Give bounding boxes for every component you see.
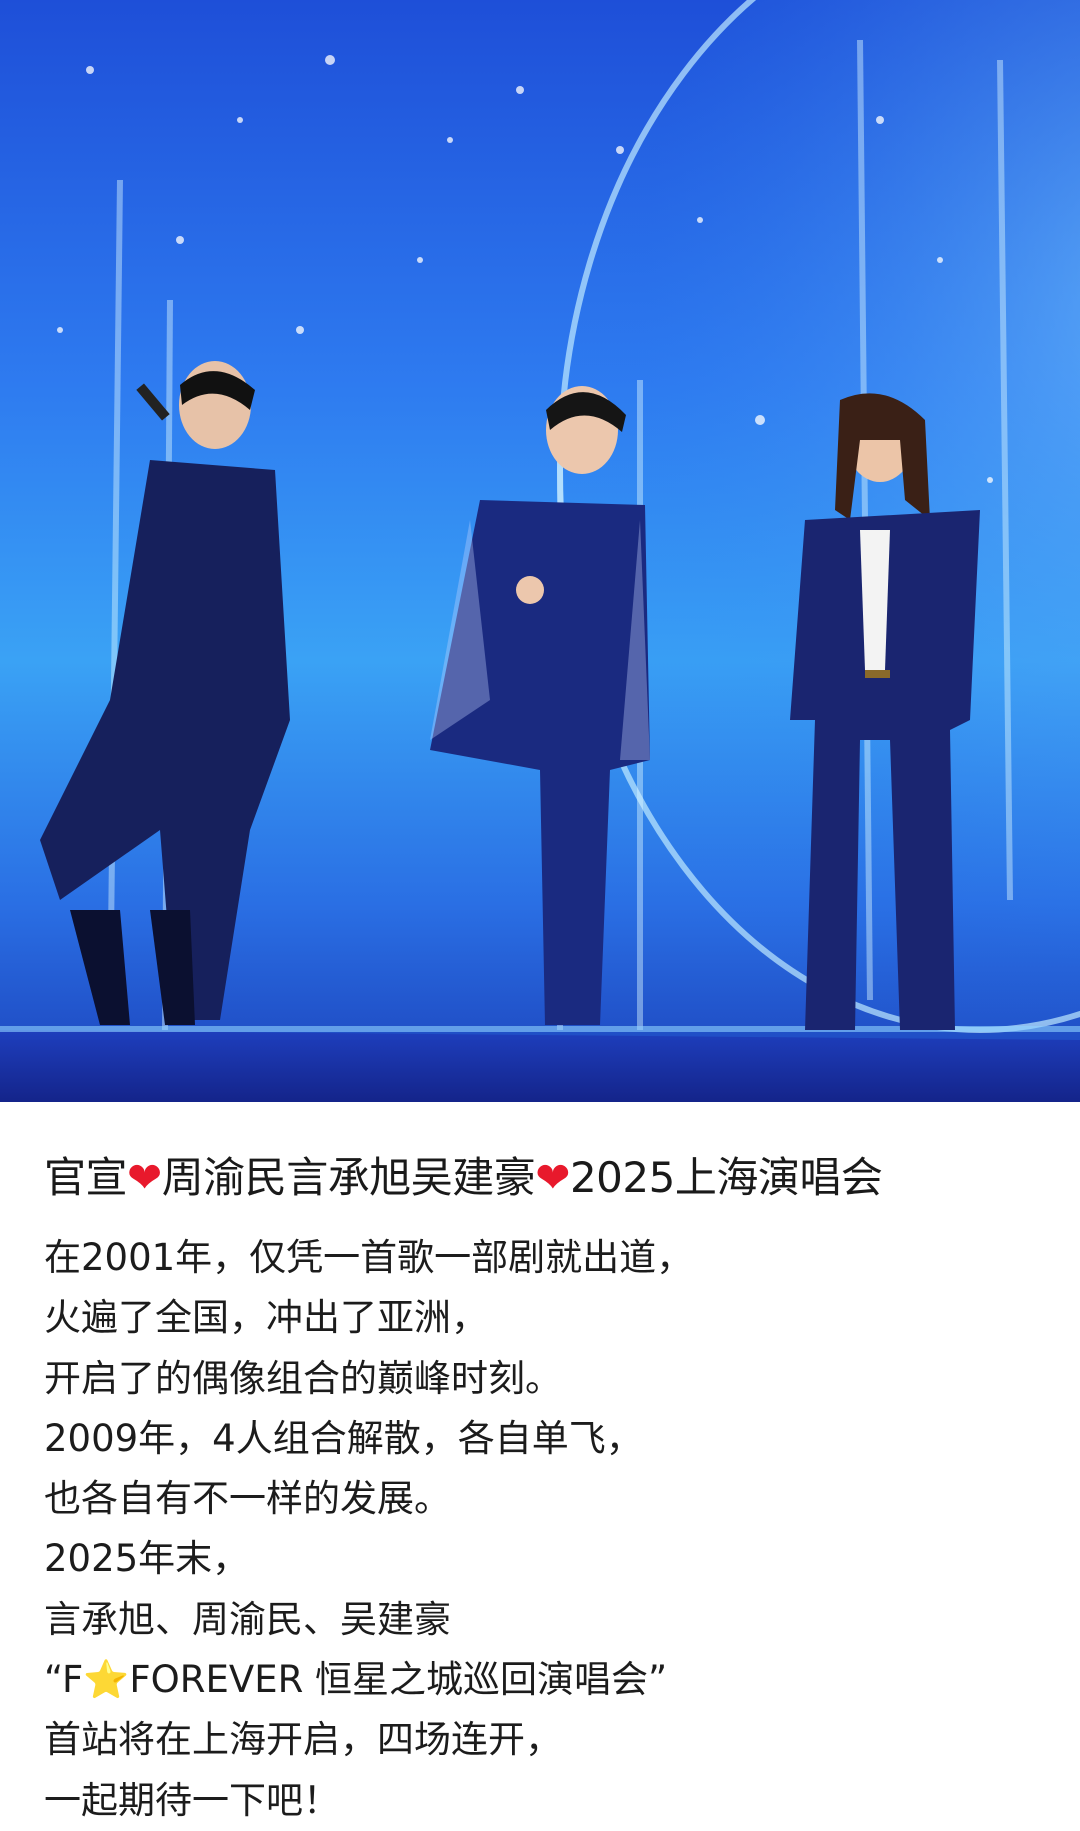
performer-left	[40, 361, 290, 1025]
body-line: 2009年，4人组合解散，各自单飞，	[44, 1416, 643, 1460]
quote-prefix: “F	[44, 1658, 84, 1702]
post-body: 在2001年，仅凭一首歌一部剧就出道， 火遍了全国，冲出了亚洲， 开启了的偶像组…	[44, 1228, 1036, 1831]
body-line: 2025年末，	[44, 1537, 250, 1581]
body-line: 火遍了全国，冲出了亚洲，	[44, 1296, 488, 1340]
title-event: 2025上海演唱会	[569, 1153, 883, 1202]
title-prefix: 官宣	[44, 1153, 128, 1202]
title-names: 周渝民言承旭吴建豪	[161, 1153, 536, 1202]
quote-suffix: FOREVER 恒星之城巡回演唱会”	[129, 1658, 668, 1702]
body-line: 首站将在上海开启，四场连开，	[44, 1718, 562, 1762]
post-content: 官宣❤周渝民言承旭吴建豪❤2025上海演唱会 在2001年，仅凭一首歌一部剧就出…	[0, 1150, 1080, 1831]
heart-icon: ❤	[535, 1153, 570, 1202]
concert-name-line: “F⭐FOREVER 恒星之城巡回演唱会”	[44, 1650, 1036, 1710]
heart-icon: ❤	[127, 1153, 162, 1202]
post-title[interactable]: 官宣❤周渝民言承旭吴建豪❤2025上海演唱会	[44, 1150, 1036, 1206]
body-line: 开启了的偶像组合的巅峰时刻。	[44, 1356, 562, 1400]
concert-photo[interactable]	[0, 0, 1080, 1102]
body-line: 一起期待一下吧！	[44, 1778, 340, 1822]
body-line: 也各自有不一样的发展。	[44, 1477, 451, 1521]
concert-stage-illustration	[0, 0, 1080, 1102]
body-line: 在2001年，仅凭一首歌一部剧就出道，	[44, 1236, 694, 1279]
body-line: 言承旭、周渝民、吴建豪	[44, 1597, 451, 1641]
star-icon: ⭐	[83, 1658, 130, 1702]
